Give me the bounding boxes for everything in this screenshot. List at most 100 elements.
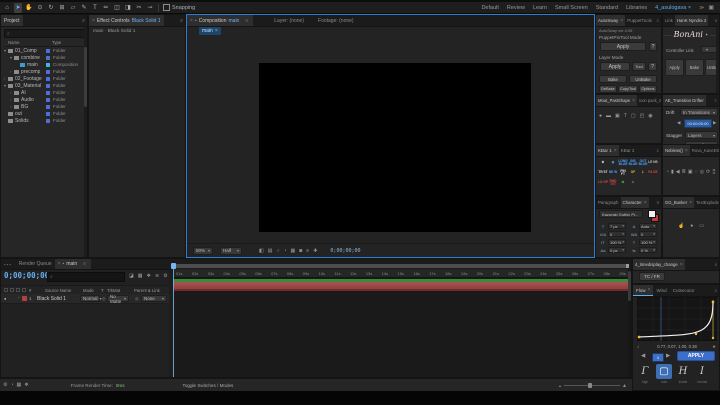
tab-kbar2[interactable]: KBar 2	[619, 145, 637, 156]
page-indicator[interactable]: 1	[652, 353, 664, 362]
panel-icon[interactable]: ≋	[155, 273, 159, 279]
panel-icon[interactable]: ▦	[17, 382, 22, 388]
zoom-slider-handle[interactable]	[587, 382, 592, 388]
audio-column-icon[interactable]	[10, 288, 14, 292]
toolbar-tool-icon[interactable]: ✋	[25, 3, 33, 13]
panel-icon[interactable]: ☝	[678, 223, 684, 229]
project-item[interactable]: ▾ 01_Comp Folder	[2, 47, 86, 54]
unbake-button[interactable]: UnBake	[629, 75, 657, 83]
panel-icon[interactable]: ◀	[676, 169, 680, 175]
drift-dropdown[interactable]: In Transitions	[680, 108, 718, 116]
project-item[interactable]: Solids Folder	[2, 117, 86, 124]
panel-icon[interactable]: ▢	[631, 113, 636, 119]
panel-menu-icon[interactable]: ≡	[712, 288, 719, 293]
panel-icon[interactable]: ▬	[606, 113, 611, 119]
label-color-swatch[interactable]	[46, 76, 50, 81]
panel-icon[interactable]: ◧	[259, 248, 264, 254]
layer-row[interactable]: ● › 1 Black Solid 1 Normal ◎ No Matte ◎ …	[1, 294, 169, 304]
toolbar-tool-icon[interactable]: ✎	[80, 3, 88, 13]
autosway-apply-button[interactable]: Apply	[600, 42, 646, 51]
kbar-script-button[interactable]: OF	[628, 168, 638, 178]
project-item[interactable]: ▾ 03_Material Folder	[2, 82, 86, 89]
layer-visibility-icon[interactable]: ●	[4, 296, 6, 301]
flow-preset[interactable]: I normal	[694, 364, 710, 384]
project-item[interactable]: › precomp Folder	[2, 68, 86, 75]
trkmat-pickwhip-icon[interactable]: ◎	[102, 296, 106, 301]
next-arrow[interactable]: ▶	[713, 120, 716, 126]
parent-pickwhip-icon[interactable]: ◎	[135, 296, 139, 301]
panel-icon[interactable]: T	[624, 113, 627, 119]
tab-kbar1[interactable]: KBar 1 ×	[596, 145, 619, 156]
autosway-help-button[interactable]: ?	[649, 42, 657, 51]
next-page-arrow[interactable]: ▶	[666, 353, 670, 359]
label-color-swatch[interactable]	[46, 48, 50, 53]
label-color-swatch[interactable]	[46, 104, 50, 109]
property-value[interactable]: 0 %	[639, 247, 657, 253]
scrollbar[interactable]	[716, 27, 719, 93]
font-family-dropdown[interactable]: Kazuraki Gothic Pr...	[599, 210, 643, 218]
fill-color-swatch[interactable]	[648, 210, 656, 218]
panel-icon[interactable]: ◎	[700, 169, 704, 175]
kbar-script-button[interactable]: ✪	[618, 178, 628, 188]
close-icon[interactable]: ×	[58, 261, 61, 267]
toolbar-tool-icon[interactable]: ⊙	[36, 3, 44, 13]
tab-rova-kanedri[interactable]: Rova_KaneDri	[690, 145, 719, 156]
track-matte-dropdown[interactable]: No Matte	[107, 294, 129, 304]
panel-icon[interactable]: ⣿	[712, 169, 716, 175]
panel-icon[interactable]: ◪	[129, 273, 134, 279]
close-icon[interactable]: ×	[648, 287, 651, 293]
property-value[interactable]: Auto	[639, 223, 657, 229]
options-button[interactable]: Options	[639, 85, 657, 93]
panel-menu-icon[interactable]: ≡	[712, 18, 719, 23]
tab-flow[interactable]: Flow ×	[633, 285, 654, 296]
workspace-tab[interactable]: Small Screen	[551, 5, 592, 11]
close-icon[interactable]: ×	[689, 200, 692, 206]
panel-icon[interactable]: ▣	[615, 113, 620, 119]
layer-apply-button[interactable]: Apply	[600, 62, 630, 71]
timeline-zoom-control[interactable]: ▴ ▴	[559, 382, 626, 389]
tab-gg-bunker[interactable]: GG_Bunker ×	[663, 197, 695, 208]
label-color-swatch[interactable]	[46, 90, 50, 95]
project-item[interactable]: › BG Folder	[2, 103, 86, 110]
solo-column-icon[interactable]	[16, 288, 20, 292]
bake-button[interactable]: Bake	[599, 75, 627, 83]
panel-icon[interactable]: ❖	[24, 382, 28, 388]
tab-timedisplay-change[interactable]: 4_timedisplay_change ×	[633, 259, 685, 270]
panel-icon[interactable]: ▦	[291, 248, 296, 254]
debake-button[interactable]: DeBake	[599, 85, 617, 93]
label-color-swatch[interactable]	[46, 69, 50, 74]
panel-menu-icon[interactable]: ≡	[713, 98, 719, 103]
panel-icon[interactable]: ◔	[10, 382, 13, 388]
tc-fr-toggle-button[interactable]: TC / FR	[639, 272, 665, 281]
workspace-tab[interactable]: Default	[477, 5, 502, 11]
workspace-tab[interactable]: 4_asulogava ×	[651, 5, 695, 11]
tab-textexplode[interactable]: TextExplode	[694, 197, 719, 208]
label-color-swatch[interactable]	[46, 118, 50, 123]
column-t[interactable]: T	[101, 288, 104, 293]
zoom-out-mountain-icon[interactable]: ▴	[559, 383, 561, 388]
panel-menu-icon[interactable]: ≡	[654, 18, 661, 23]
drift-duration-value[interactable]: 00:00:00:00	[684, 119, 712, 128]
panel-icon[interactable]: ◔	[666, 169, 669, 175]
timeline-scrollbar[interactable]	[628, 269, 631, 377]
tab-effect-controls[interactable]: × Effect Controls Black Solid 1	[89, 15, 164, 26]
panel-icon[interactable]: ○	[276, 248, 279, 254]
label-color-swatch[interactable]	[46, 55, 50, 60]
kbar-script-button[interactable]: ✱	[598, 158, 608, 168]
tab-puppettools[interactable]: PuppetTools	[625, 15, 654, 26]
project-item[interactable]: ▾ combine Folder	[2, 54, 86, 61]
workspace-overflow-icon[interactable]: ≫	[699, 5, 704, 11]
bonani-button[interactable]: Bake	[685, 59, 704, 76]
current-time-display[interactable]: 0;00;00;00	[4, 271, 49, 280]
viewer-timecode[interactable]: 0;00;00;00	[330, 248, 360, 254]
project-item[interactable]: out Folder	[2, 110, 86, 117]
panel-menu-icon[interactable]: ≡	[80, 18, 87, 24]
toolbar-tool-icon[interactable]: T	[91, 3, 99, 13]
tab-past-shape[interactable]: Mout_PastShape ×	[596, 95, 638, 106]
panel-icon[interactable]: ●	[690, 223, 693, 229]
toolbar-tool-icon[interactable]: ↻	[47, 3, 55, 13]
toolbar-tool-icon[interactable]: ◫	[113, 3, 121, 13]
panel-icon[interactable]: ◰	[640, 113, 645, 119]
close-icon[interactable]: ×	[190, 18, 193, 24]
kbar-script-button[interactable]: ♺	[628, 178, 638, 188]
